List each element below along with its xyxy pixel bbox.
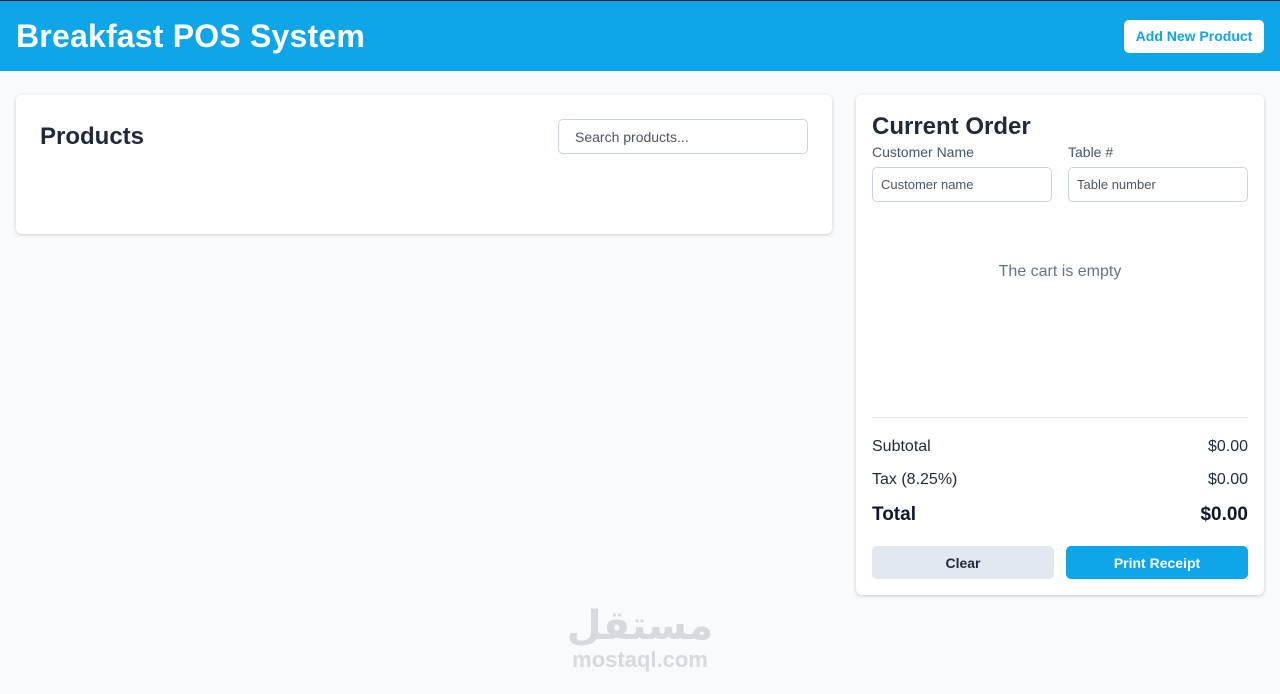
empty-cart-message: The cart is empty (998, 263, 1122, 280)
print-receipt-button[interactable]: Print Receipt (1066, 546, 1248, 579)
search-products-input[interactable] (558, 119, 808, 154)
add-new-product-button[interactable]: Add New Product (1124, 19, 1264, 53)
table-number-input[interactable] (1068, 167, 1248, 202)
customer-name-label: Customer Name (872, 144, 974, 160)
watermark-latin-text: mostaql.com (572, 647, 708, 672)
products-title: Products (40, 123, 145, 150)
subtotal-row: Subtotal $0.00 (872, 438, 1248, 456)
current-order-title: Current Order (872, 113, 1031, 140)
table-number-label: Table # (1068, 144, 1114, 160)
clear-order-button[interactable]: Clear (872, 546, 1054, 579)
watermark-arabic-text: مستقل (566, 604, 714, 648)
tax-value: $0.00 (1207, 471, 1248, 488)
total-row: Total $0.00 (872, 504, 1248, 526)
total-label: Total (872, 504, 916, 525)
subtotal-value: $0.00 (1207, 438, 1248, 455)
top-bar: Breakfast POS System Add New Product (0, 0, 1280, 71)
current-order-panel: Current Order Customer Name Table # The … (856, 95, 1264, 595)
watermark-logo: مستقل mostaql.com (540, 604, 740, 672)
customer-name-input[interactable] (872, 167, 1052, 202)
tax-label: Tax (8.25%) (872, 471, 958, 488)
app-title: Breakfast POS System (16, 17, 366, 54)
products-panel: Products (16, 95, 832, 234)
tax-row: Tax (8.25%) $0.00 (872, 471, 1248, 489)
summary-divider (872, 417, 1248, 418)
total-value: $0.00 (1200, 504, 1248, 525)
subtotal-label: Subtotal (872, 438, 931, 455)
